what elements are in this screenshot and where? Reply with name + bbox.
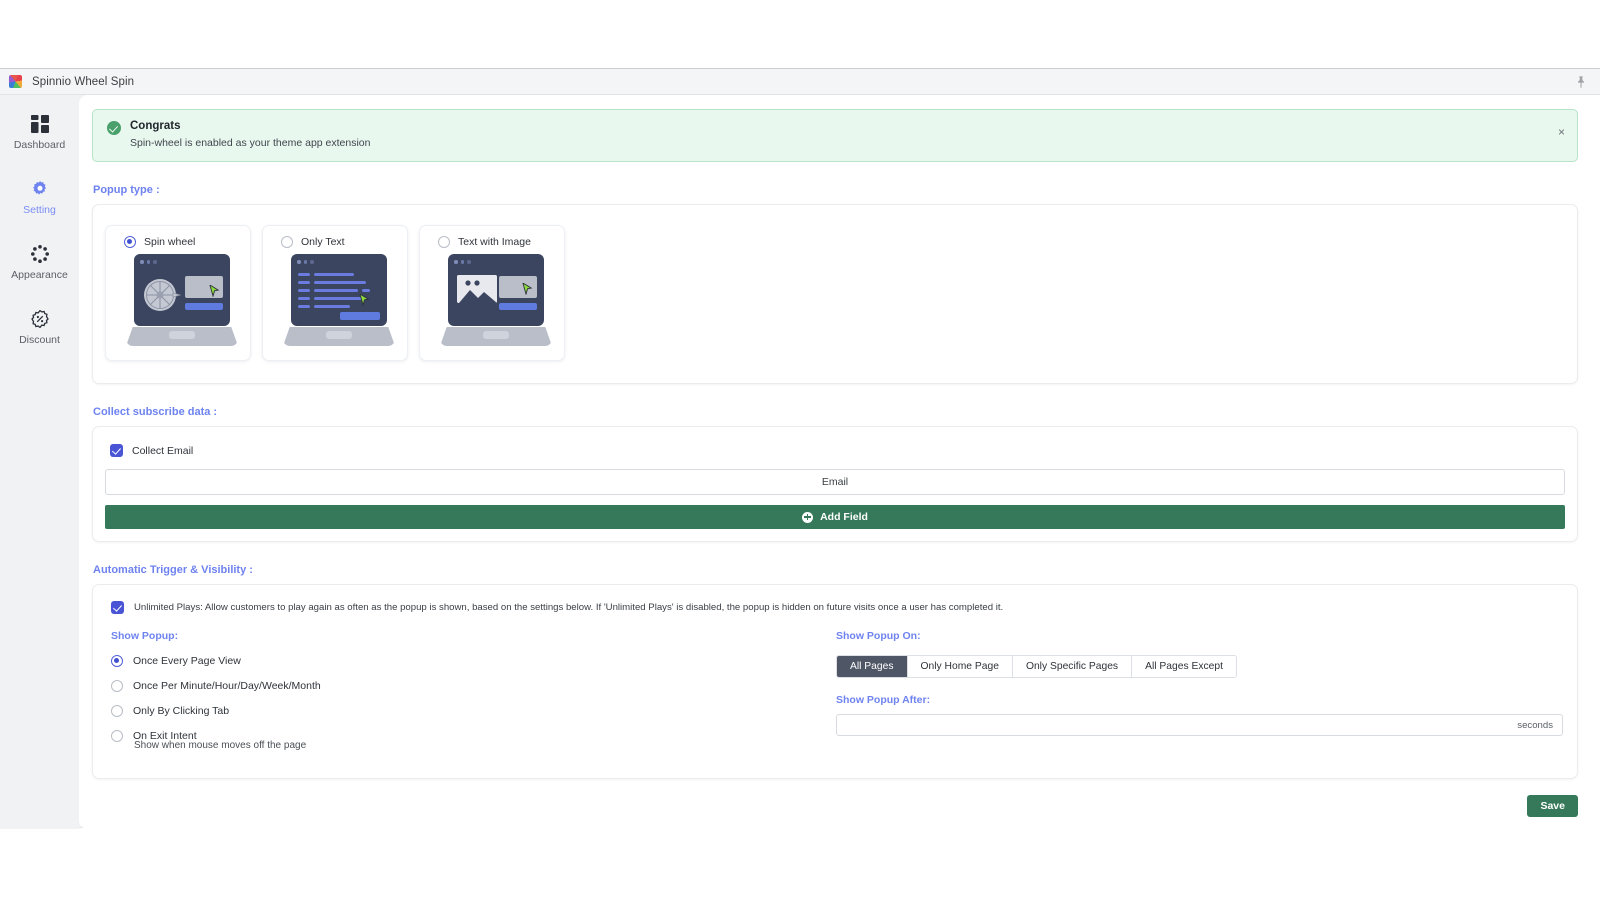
app-title: Spinnio Wheel Spin bbox=[32, 75, 135, 88]
option-header: Spin wheel bbox=[124, 236, 250, 248]
unlimited-plays-row[interactable]: Unlimited Plays: Allow customers to play… bbox=[111, 601, 1563, 614]
cursor-icon bbox=[359, 294, 370, 306]
dashboard-grid-icon bbox=[30, 115, 49, 133]
sidebar-item-label: Setting bbox=[23, 204, 56, 216]
content-scroll-area: Congrats Spin-wheel is enabled as your t… bbox=[79, 95, 1600, 779]
segment-only-home-page[interactable]: Only Home Page bbox=[907, 656, 1013, 677]
banner-title: Congrats bbox=[130, 120, 181, 132]
app-window: Spinnio Wheel Spin Dashboard Setting App… bbox=[0, 68, 1600, 829]
show-popup-label: Show Popup: bbox=[111, 630, 179, 642]
radio-spin-wheel[interactable] bbox=[124, 236, 136, 248]
popup-type-heading: Popup type : bbox=[93, 184, 160, 196]
trigger-heading: Automatic Trigger & Visibility : bbox=[93, 564, 253, 576]
option-label: Only Text bbox=[301, 236, 345, 248]
collect-heading: Collect subscribe data : bbox=[93, 406, 218, 418]
radio-on-exit-intent[interactable] bbox=[111, 730, 123, 742]
banner-subtitle: Spin-wheel is enabled as your theme app … bbox=[130, 137, 371, 149]
titlebar-actions bbox=[1574, 75, 1588, 89]
sidebar-item-label: Dashboard bbox=[13, 139, 66, 151]
email-field-value: Email bbox=[821, 476, 849, 488]
option-label: Once Per Minute/Hour/Day/Week/Month bbox=[133, 680, 321, 692]
show-popup-option-only-by-clicking-tab[interactable]: Only By Clicking Tab bbox=[111, 705, 819, 717]
laptop-text-with-image-illustration bbox=[440, 254, 552, 346]
show-popup-option-once-every-page-view[interactable]: Once Every Page View bbox=[111, 655, 819, 667]
segment-all-pages-except[interactable]: All Pages Except bbox=[1132, 656, 1236, 677]
collect-email-row[interactable]: Collect Email bbox=[110, 444, 1565, 457]
radio-once-every-page-view[interactable] bbox=[111, 655, 123, 667]
screen-root: Spinnio Wheel Spin Dashboard Setting App… bbox=[0, 0, 1600, 900]
sidebar-item-label: Appearance bbox=[11, 269, 68, 281]
exit-intent-hint: Show when mouse moves off the page bbox=[134, 740, 307, 751]
option-label: Only By Clicking Tab bbox=[133, 705, 230, 717]
show-popup-after-input[interactable]: seconds bbox=[836, 714, 1563, 736]
option-label: Once Every Page View bbox=[133, 655, 241, 667]
sidebar-item-setting[interactable]: Setting bbox=[0, 172, 79, 222]
image-placeholder-icon bbox=[456, 274, 498, 304]
laptop-spin-wheel-illustration bbox=[126, 254, 238, 346]
seconds-unit-label: seconds bbox=[1517, 719, 1553, 731]
sidebar-item-appearance[interactable]: Appearance bbox=[0, 237, 79, 287]
add-field-label: Add Field bbox=[820, 511, 868, 523]
show-popup-on-segmented-control: All Pages Only Home Page Only Specific P… bbox=[836, 655, 1237, 678]
radio-once-per-period[interactable] bbox=[111, 680, 123, 692]
sidebar-item-label: Discount bbox=[19, 334, 60, 346]
option-label: Text with Image bbox=[458, 236, 531, 248]
success-banner: Congrats Spin-wheel is enabled as your t… bbox=[92, 109, 1578, 162]
laptop-only-text-illustration bbox=[283, 254, 395, 346]
appearance-dots-icon bbox=[30, 245, 49, 263]
collect-email-checkbox[interactable] bbox=[110, 444, 123, 457]
unlimited-plays-text: Unlimited Plays: Allow customers to play… bbox=[134, 602, 1004, 613]
cursor-icon bbox=[522, 283, 533, 295]
add-field-button[interactable]: Add Field bbox=[105, 505, 1565, 529]
plus-circle-icon bbox=[802, 511, 814, 523]
sidebar-item-discount[interactable]: Discount bbox=[0, 302, 79, 352]
popup-type-panel: Spin wheel Only Text Text with Image bbox=[92, 204, 1578, 384]
show-popup-on-label: Show Popup On: bbox=[836, 630, 921, 642]
popup-type-option-only-text[interactable]: Only Text bbox=[262, 225, 408, 361]
radio-text-with-image[interactable] bbox=[438, 236, 450, 248]
segment-all-pages[interactable]: All Pages bbox=[837, 656, 908, 677]
trigger-panel: Unlimited Plays: Allow customers to play… bbox=[92, 584, 1578, 779]
main-content-card: Congrats Spin-wheel is enabled as your t… bbox=[79, 95, 1600, 829]
radio-only-text[interactable] bbox=[281, 236, 293, 248]
spinnio-logo-icon bbox=[9, 75, 22, 88]
show-popup-column: Show Popup: Once Every Page View Once Pe… bbox=[107, 630, 819, 751]
trigger-columns: Show Popup: Once Every Page View Once Pe… bbox=[107, 630, 1563, 751]
popup-type-option-spin-wheel[interactable]: Spin wheel bbox=[105, 225, 251, 361]
sidebar-item-dashboard[interactable]: Dashboard bbox=[0, 107, 79, 157]
sidebar-nav: Dashboard Setting Appearance Discount bbox=[0, 95, 79, 829]
unlimited-plays-checkbox[interactable] bbox=[111, 601, 124, 614]
email-field[interactable]: Email bbox=[105, 469, 1565, 495]
window-titlebar: Spinnio Wheel Spin bbox=[0, 69, 1600, 95]
spin-wheel-icon bbox=[144, 279, 182, 311]
option-header: Only Text bbox=[281, 236, 407, 248]
cursor-icon bbox=[209, 285, 220, 297]
popup-type-option-text-with-image[interactable]: Text with Image bbox=[419, 225, 565, 361]
success-check-icon bbox=[107, 121, 121, 135]
footer-action-bar: Save bbox=[79, 783, 1600, 829]
segment-only-specific-pages[interactable]: Only Specific Pages bbox=[1012, 656, 1133, 677]
show-popup-after-label: Show Popup After: bbox=[836, 694, 931, 706]
radio-only-by-clicking-tab[interactable] bbox=[111, 705, 123, 717]
collect-panel: Collect Email Email Add Field bbox=[92, 426, 1578, 542]
show-popup-on-column: Show Popup On: All Pages Only Home Page … bbox=[819, 630, 1563, 751]
close-icon[interactable]: × bbox=[1558, 126, 1565, 138]
option-header: Text with Image bbox=[438, 236, 564, 248]
show-popup-option-once-per-period[interactable]: Once Per Minute/Hour/Day/Week/Month bbox=[111, 680, 819, 692]
gear-icon bbox=[31, 180, 49, 198]
option-label: Spin wheel bbox=[144, 236, 196, 248]
pin-icon[interactable] bbox=[1574, 75, 1588, 89]
popup-type-options: Spin wheel Only Text Text with Image bbox=[105, 225, 1563, 361]
collect-email-label: Collect Email bbox=[132, 444, 194, 457]
save-button[interactable]: Save bbox=[1527, 795, 1578, 817]
discount-badge-icon bbox=[30, 309, 49, 329]
